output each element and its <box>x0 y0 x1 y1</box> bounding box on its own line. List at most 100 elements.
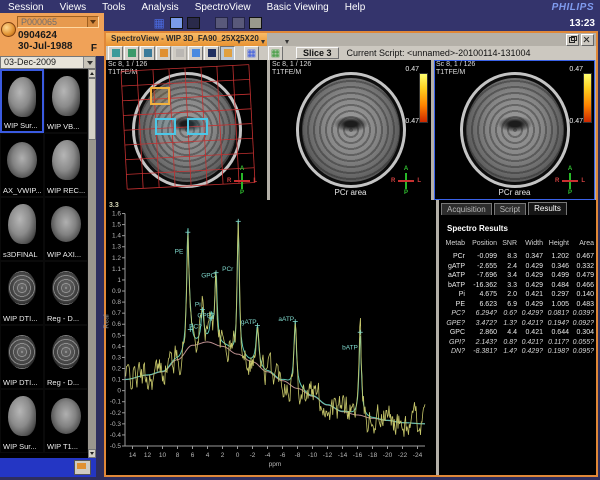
table-cell: 0.140 <box>569 290 594 300</box>
spectrum-plot[interactable]: 1.61.51.41.31.21.110.90.80.70.60.50.40.3… <box>107 202 435 474</box>
series-thumbnail[interactable]: WIP VB... <box>44 69 88 133</box>
orientation-marker: A P R L <box>231 167 253 195</box>
colorbar <box>583 73 592 123</box>
results-panel: AcquisitionScriptResults Spectro Results… <box>439 200 596 475</box>
slice-button[interactable]: Slice 3 <box>296 47 339 59</box>
grid-view-icon[interactable]: ▦ <box>268 46 283 61</box>
series-thumbnail[interactable]: WIP AXI... <box>44 197 88 261</box>
table-cell: 0.117? <box>543 338 569 348</box>
svg-text:aATP: aATP <box>278 316 294 323</box>
thumbnail-label: Reg - D... <box>47 378 79 387</box>
tab-acquisition[interactable]: Acquisition <box>441 203 492 215</box>
table-cell: gATP <box>441 262 465 272</box>
thumbnail-brain-image <box>8 335 36 369</box>
spectroview-toolbar: ▦▦ Slice 3 Current Script: <unnamed>-201… <box>106 46 596 60</box>
image-overlay-icon[interactable] <box>188 46 203 61</box>
thumbnail-label: WIP DTI... <box>3 378 37 387</box>
series-thumbnail[interactable]: WIP T1... <box>44 389 88 453</box>
menu-spectroview[interactable]: SpectroView <box>187 2 259 13</box>
svg-text:-22: -22 <box>398 452 408 459</box>
series-thumbnail[interactable]: WIP DTI... <box>0 261 44 325</box>
menu-analysis[interactable]: Analysis <box>133 2 186 13</box>
series-thumbnail[interactable]: WIP Sur... <box>0 389 44 453</box>
svg-text:1: 1 <box>117 277 121 284</box>
svg-text:0.8: 0.8 <box>112 299 121 306</box>
table-cell: 0.095? <box>569 347 594 357</box>
spectrum-display-icon[interactable] <box>108 46 123 61</box>
table-cell: 0.429 <box>517 281 543 291</box>
series-thumbnail[interactable]: WIP DTI... <box>0 325 44 389</box>
link-icon[interactable] <box>186 16 200 30</box>
study-date-combo[interactable]: 03-Dec-2009 <box>0 56 96 69</box>
thumbnail-label: WIP Sur... <box>3 442 37 451</box>
selected-voxel-box[interactable] <box>150 87 170 105</box>
folder-icon[interactable] <box>169 16 183 30</box>
svg-text:-0.5: -0.5 <box>110 443 122 450</box>
table-cell: 3.3 <box>497 281 517 291</box>
scroll-up-icon[interactable] <box>88 69 96 78</box>
layout-grid-icon[interactable]: ▦ <box>152 16 166 30</box>
svg-text:4: 4 <box>206 452 210 459</box>
restore-icon[interactable] <box>566 34 579 46</box>
colorbar <box>419 73 428 123</box>
menu-help[interactable]: Help <box>337 2 374 13</box>
patient-id-combo[interactable]: P000065 <box>17 16 99 28</box>
print-icon[interactable] <box>248 16 262 30</box>
patient-number: 0904624 <box>18 30 57 41</box>
menu-views[interactable]: Views <box>52 2 95 13</box>
thumbnail-brain-image <box>8 396 36 436</box>
series-thumbnail[interactable]: s3DFINAL <box>0 197 44 261</box>
save-results-icon[interactable] <box>124 46 139 61</box>
close-icon[interactable] <box>581 34 594 46</box>
svg-text:1.2: 1.2 <box>112 255 121 262</box>
series-thumbnail[interactable]: Reg - D... <box>44 261 88 325</box>
layout-select-icon[interactable] <box>220 46 235 61</box>
scroll-down-icon[interactable] <box>88 449 96 458</box>
series-thumbnail[interactable]: WIP REC... <box>44 133 88 197</box>
chevron-down-icon[interactable] <box>87 17 98 27</box>
menu-session[interactable]: Session <box>0 2 52 13</box>
table-cell: 2.860 <box>465 328 497 338</box>
image-panel-grid[interactable]: Sc 8, 1 / 126 T1TFE/M A P R L <box>106 60 267 200</box>
colorbar-min: 0.47 <box>569 118 583 125</box>
reference-voxel-box[interactable] <box>187 118 208 135</box>
graduation-cap-icon[interactable] <box>204 46 219 61</box>
workstation-icon[interactable] <box>74 460 91 475</box>
tab-results[interactable]: Results <box>528 202 567 215</box>
thumbnail-label: AX_VWIP... <box>3 186 42 195</box>
series-thumbnail[interactable]: WIP Sur... <box>0 69 44 133</box>
reference-voxel-box[interactable] <box>155 118 176 135</box>
chevron-down-icon[interactable] <box>204 14 208 32</box>
scrollbar-thumb[interactable] <box>88 78 96 140</box>
table-cell: 0.198? <box>543 347 569 357</box>
table-cell: 6.9 <box>497 300 517 310</box>
table-cell: 1.005 <box>543 300 569 310</box>
image-panel-pcr-map-selected[interactable]: Sc 8, 1 / 126 T1TFE/M 0.47 0.47 PCr area… <box>434 60 595 200</box>
sidebar-scrollbar[interactable] <box>88 69 96 458</box>
patient-icon[interactable] <box>1 22 16 37</box>
column-header: Width <box>517 238 543 249</box>
menu-tools[interactable]: Tools <box>94 2 133 13</box>
tab-script[interactable]: Script <box>494 203 526 215</box>
series-thumbnail[interactable]: Reg - D... <box>44 325 88 389</box>
scan-label: Sc 8, 1 / 126 <box>272 61 311 69</box>
table-cell: 0.429? <box>517 347 543 357</box>
menu-basic-viewing[interactable]: Basic Viewing <box>259 2 337 13</box>
svg-text:0.4: 0.4 <box>112 343 121 350</box>
table-cell: DN? <box>441 347 465 357</box>
image-panel-pcr-map[interactable]: Sc 8, 1 / 126 T1TFE/M 0.47 0.47 PCr area… <box>270 60 431 200</box>
matrix-view-icon[interactable]: ▦ <box>244 46 259 61</box>
chevron-down-icon[interactable] <box>83 57 95 68</box>
export-data-icon[interactable] <box>156 46 171 61</box>
series-thumbnail[interactable]: AX_VWIP... <box>0 133 44 197</box>
table-cell: 1.4? <box>497 347 517 357</box>
spectrum-panel[interactable]: 3.3 Real 1.61.51.41.31.21.110.90.80.70.6… <box>106 200 436 475</box>
measure-icon <box>231 16 245 30</box>
scan-label: Sc 8, 1 / 126 <box>436 61 475 69</box>
table-cell: 0.332 <box>569 262 594 272</box>
edit-script-icon[interactable] <box>140 46 155 61</box>
table-cell: 0.346 <box>543 262 569 272</box>
svg-text:ppm: ppm <box>269 461 282 468</box>
table-cell: Pi <box>441 290 465 300</box>
column-header: Metab <box>441 238 465 249</box>
